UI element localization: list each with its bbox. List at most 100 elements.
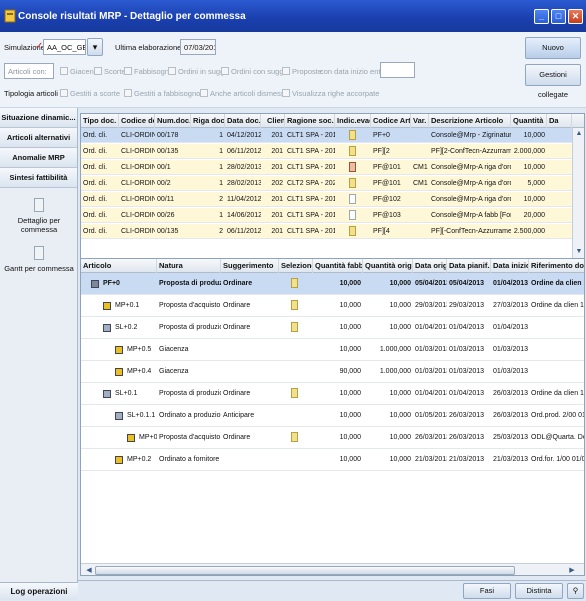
column-header[interactable]: Data pianif...: [447, 259, 491, 273]
article-type-icon: [115, 368, 123, 376]
column-header[interactable]: Selezione: [279, 259, 313, 273]
table-row[interactable]: SL+0.2 Proposta di produzioneOrdinare 10,0…: [81, 317, 584, 339]
table-row[interactable]: Ord. cli. CLI-ORDINE00/26 1 14/06/2012 201 CL…: [81, 208, 572, 223]
scroll-down-icon[interactable]: ▼: [573, 248, 584, 255]
table-row[interactable]: Ord. cli. CLI-ORDINE00/2 1 28/02/2013 202 CLT…: [81, 176, 572, 191]
table-cell: CLT2 SPA - 202: [287, 180, 335, 187]
column-header[interactable]: Data doc.: [225, 114, 261, 128]
maximize-button[interactable]: □: [551, 9, 566, 24]
table-row[interactable]: Ord. cli. CLI-ORDINE00/135 2 06/11/2012 201 C…: [81, 224, 572, 239]
table-row[interactable]: SL+0.1.1Ordinato a produzioneAnticipare 1…: [81, 405, 584, 427]
column-header[interactable]: Num.doc.: [155, 114, 191, 128]
column-header[interactable]: Riga doc.: [191, 114, 225, 128]
column-header[interactable]: Data inizio: [491, 259, 529, 273]
tab-articoli-alternativi[interactable]: Articoli alternativi: [0, 128, 77, 148]
tab-sintesi-fattibilita[interactable]: Sintesi fattibilità: [0, 168, 77, 188]
table-cell: 00/135: [157, 148, 179, 155]
table-row[interactable]: MP+0.1 Proposta d'acquisto Ordinare 10,000 1…: [81, 295, 584, 317]
column-header[interactable]: Ragione soc.: [285, 114, 335, 128]
close-button[interactable]: ✕: [568, 9, 583, 24]
scroll-left-icon[interactable]: ◀: [83, 566, 95, 574]
column-header[interactable]: Riferimento docum: [529, 259, 584, 273]
commesse-vscrollbar[interactable]: ▲ ▼: [572, 128, 584, 263]
table-cell: Ordinato a produzione: [159, 412, 221, 419]
column-header[interactable]: Suggerimento: [221, 259, 279, 273]
filter-gestiti-scorte-checkbox[interactable]: [60, 89, 68, 97]
selezione-document-icon[interactable]: [291, 300, 298, 310]
table-row[interactable]: PF+0 Proposta di produzioneOrdinare 10,000…: [81, 273, 584, 295]
data-inizio-entro-field[interactable]: [380, 62, 415, 78]
articoli-con-field[interactable]: Articoli con:: [4, 63, 54, 79]
filter-proposte-checkbox[interactable]: [282, 67, 290, 75]
dettaglio-hscrollbar[interactable]: ◀ ▶: [81, 563, 584, 575]
table-row[interactable]: Ord. cli. CLI-ORDINE00/1 1 28/02/2013 201 CLT…: [81, 160, 572, 175]
nav-gantt-commessa[interactable]: Gantt per commessa: [0, 246, 78, 273]
scroll-right-icon[interactable]: ▶: [566, 566, 578, 574]
table-row[interactable]: Ord. cli. CLI-ORDINE00/178 1 04/12/2012 201 C…: [81, 128, 572, 143]
table-cell: 10,000: [339, 324, 361, 331]
table-cell: Ord. cli.: [83, 148, 108, 155]
fasi-button[interactable]: Fasi: [463, 583, 511, 599]
tab-anomalie-mrp[interactable]: Anomalie MRP: [0, 148, 77, 168]
table-cell: [411, 208, 429, 223]
table-row[interactable]: Ord. cli. CLI-ORDINE00/135 1 06/11/2012 201 C…: [81, 144, 572, 159]
table-row[interactable]: Ord. cli. CLI-ORDINE00/11 2 11/04/2012 201 CL…: [81, 192, 572, 207]
filter-ordini-con-sugg-checkbox[interactable]: [221, 67, 229, 75]
column-header[interactable]: Articolo: [81, 259, 157, 273]
filter-fabbisogni-checkbox[interactable]: [124, 67, 132, 75]
binoculars-icon[interactable]: ⚲: [567, 583, 584, 599]
table-cell: 10,000: [339, 434, 361, 441]
selezione-document-icon[interactable]: [291, 278, 298, 288]
filter-articoli-dismessi-checkbox[interactable]: [200, 89, 208, 97]
simulazione-lookup-button[interactable]: ▾: [87, 38, 103, 56]
gestioni-collegate-button[interactable]: Gestioni collegate: [525, 64, 581, 99]
filter-giacenza-checkbox[interactable]: [60, 67, 68, 75]
column-header[interactable]: Quantità fabb...: [313, 259, 363, 273]
column-header[interactable]: Da: [547, 114, 572, 128]
scroll-up-icon[interactable]: ▲: [573, 130, 584, 137]
table-row[interactable]: MP+0.4 Giacenza 90,000 1.000,000 01/03/2013 0…: [81, 361, 584, 383]
table-cell: 06/11/2012: [227, 148, 261, 155]
column-header[interactable]: Codice Articolo: [371, 114, 411, 128]
column-header[interactable]: Natura: [157, 259, 221, 273]
dettaglio-grid: Articolo Natura Suggerimento Selezione Quant…: [80, 258, 585, 576]
table-row[interactable]: MP+0.3Proposta d'acquistoOrdinare 10,000 1…: [81, 427, 584, 449]
column-header[interactable]: Quantità orig...: [363, 259, 413, 273]
table-row[interactable]: MP+0.2 Ordinato a fornitore 10,000 10,000 21…: [81, 449, 584, 471]
table-cell: CLT1 SPA - 201: [287, 228, 335, 235]
table-cell: Ordinare: [223, 434, 251, 441]
table-row[interactable]: SL+0.1 Proposta di produzioneOrdinare 10,0…: [81, 383, 584, 405]
column-header[interactable]: Data orig...: [413, 259, 447, 273]
status-document-icon: [349, 146, 356, 156]
log-operazioni-button[interactable]: Log operazioni: [0, 582, 78, 600]
simulazione-field[interactable]: AA_OC_GE: [43, 39, 86, 55]
column-header[interactable]: Cliente: [265, 114, 285, 128]
table-row[interactable]: MP+0.5 Giacenza 10,000 1.000,000 01/03/2013 0…: [81, 339, 584, 361]
filter-gestiti-fabbisogno-checkbox[interactable]: [124, 89, 132, 97]
selezione-document-icon[interactable]: [291, 432, 298, 442]
column-header[interactable]: Indic.evadib.: [335, 114, 371, 128]
table-cell: 01/03/2013: [493, 368, 529, 375]
filter-scorte-checkbox[interactable]: [94, 67, 102, 75]
table-cell: 1.000,000: [379, 368, 411, 375]
distinta-button[interactable]: Distinta: [515, 583, 563, 599]
minimize-button[interactable]: _: [534, 9, 549, 24]
dettaglio-hscroll-thumb[interactable]: [95, 566, 515, 575]
table-cell: [529, 317, 584, 339]
table-cell: 28/02/2013: [227, 164, 261, 171]
column-header[interactable]: Tipo doc.: [81, 114, 119, 128]
table-cell: 10,000: [389, 390, 411, 397]
column-header[interactable]: Descrizione Articolo: [429, 114, 511, 128]
nav-dettaglio-commessa[interactable]: Dettaglio per commessa: [0, 198, 78, 234]
selezione-document-icon[interactable]: [291, 388, 298, 398]
selezione-document-icon[interactable]: [291, 322, 298, 332]
table-cell: MP+0.5: [127, 346, 152, 353]
nuovo-button[interactable]: Nuovo: [525, 37, 581, 59]
column-header[interactable]: Var.: [411, 114, 429, 128]
filter-righe-accorpate-checkbox[interactable]: [282, 89, 290, 97]
column-header[interactable]: Quantità: [511, 114, 547, 128]
filter-articoli-dismessi-label: Anche articoli dismessi: [210, 89, 287, 98]
column-header[interactable]: Codice doc.: [119, 114, 155, 128]
tab-situazione-dinamica[interactable]: Situazione dinamic...: [0, 108, 77, 128]
filter-ordini-sugg-checkbox[interactable]: [168, 67, 176, 75]
